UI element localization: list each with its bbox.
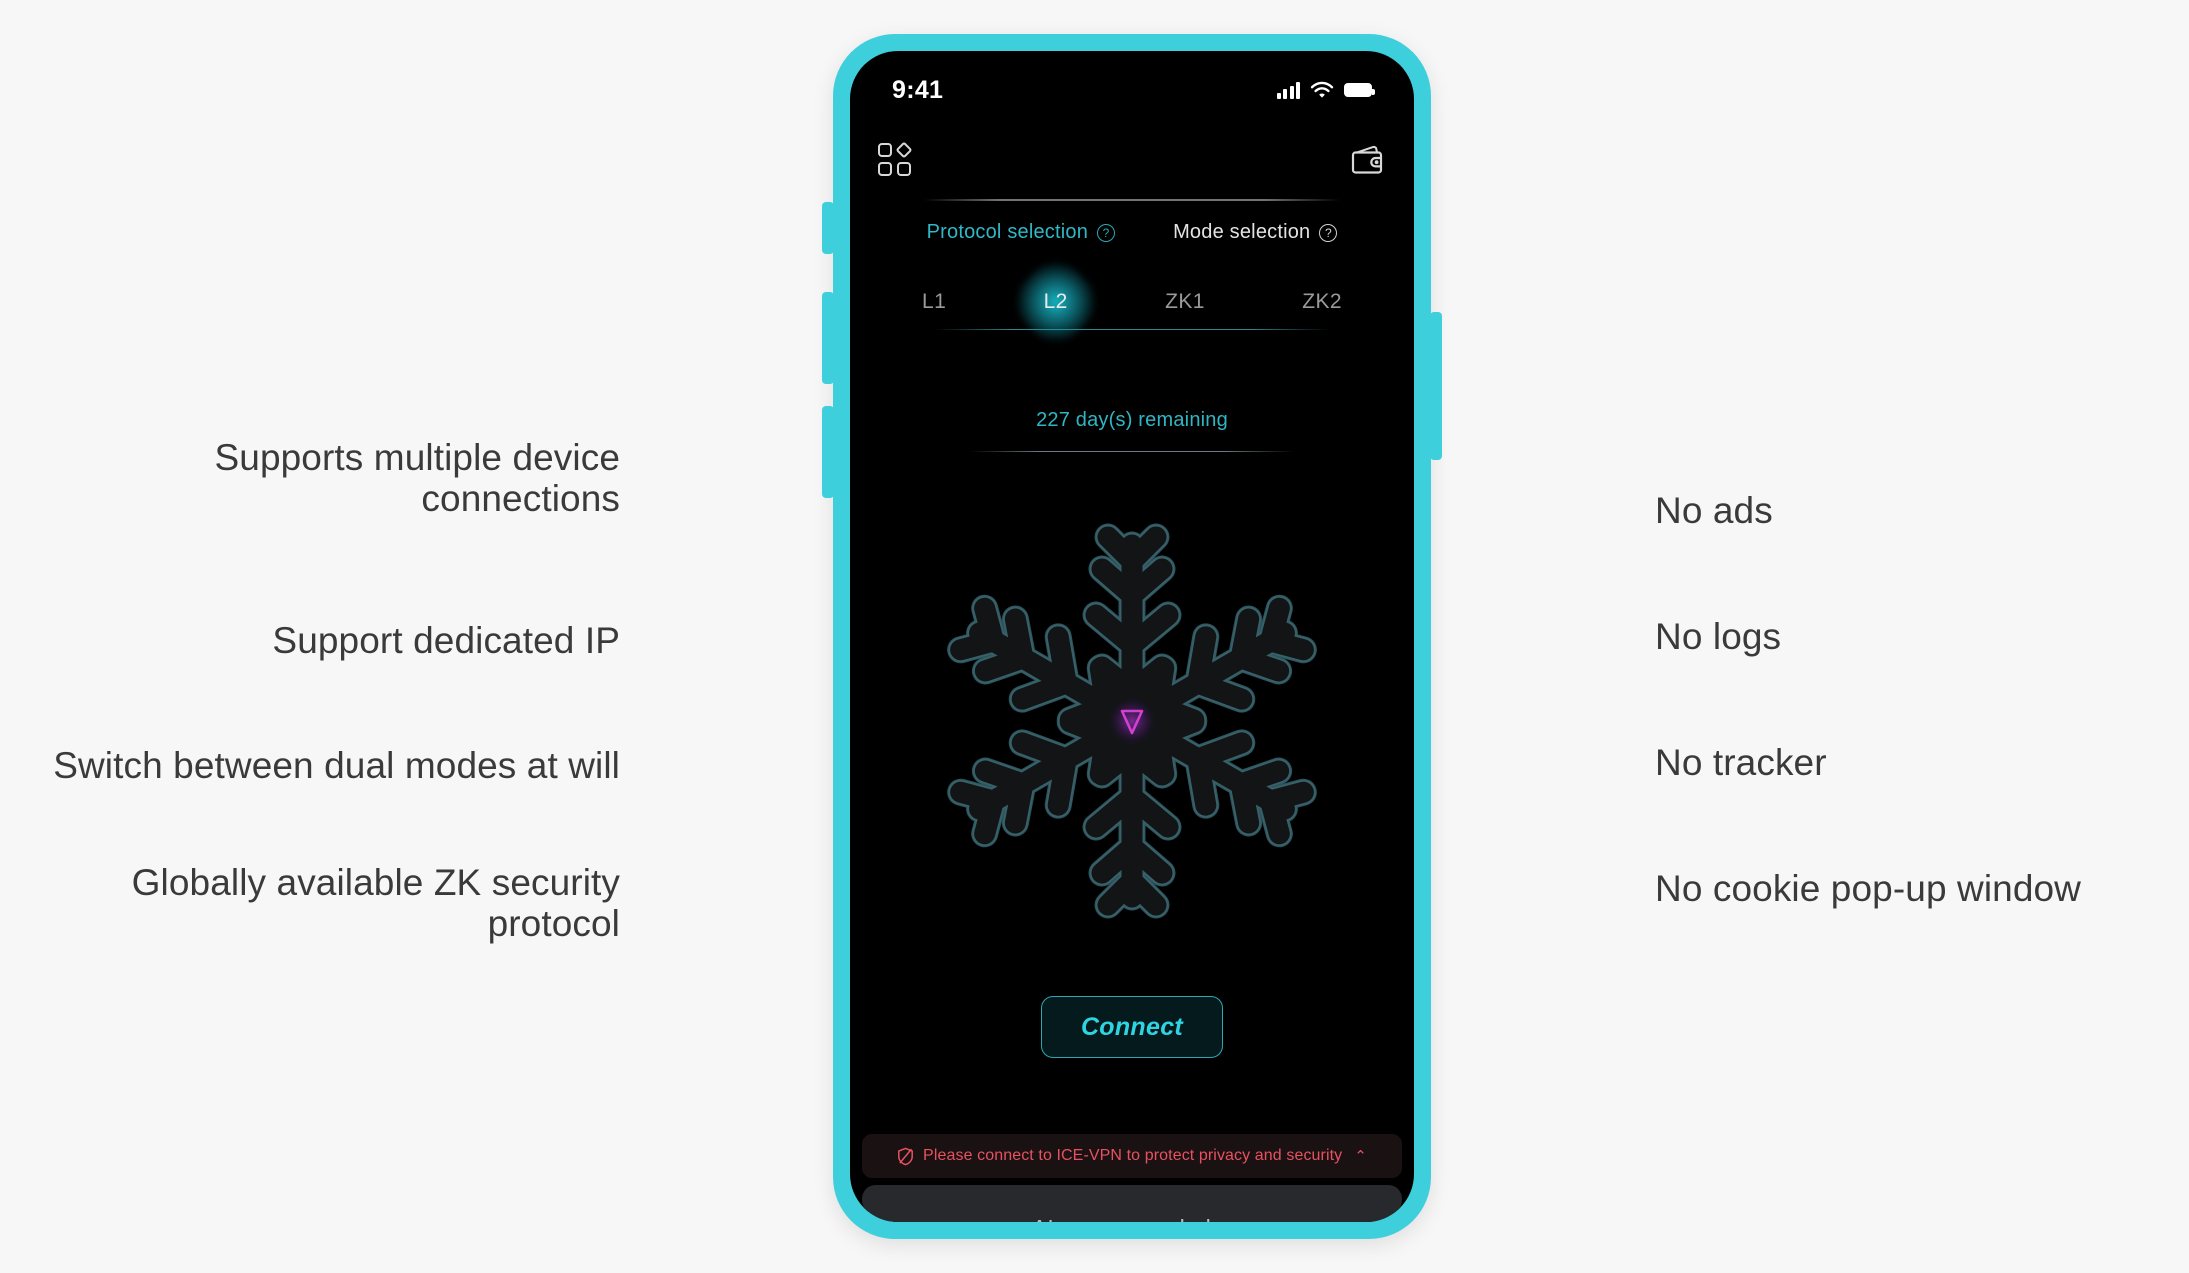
battery-icon [1344, 83, 1375, 97]
selection-row: Protocol selection ? Mode selection ? [850, 221, 1414, 244]
header-divider [924, 199, 1340, 201]
warning-banner[interactable]: Please connect to ICE-VPN to protect pri… [862, 1134, 1402, 1178]
warning-text: Please connect to ICE-VPN to protect pri… [923, 1147, 1343, 1164]
wallet-icon[interactable] [1348, 144, 1386, 176]
v-logo-glow [1108, 697, 1156, 745]
feature-item: Support dedicated IP [272, 620, 620, 661]
help-icon[interactable]: ? [1319, 223, 1338, 242]
tab-zk1[interactable]: ZK1 [1155, 286, 1215, 318]
status-bar: 9:41 [850, 51, 1414, 113]
shield-off-icon [898, 1147, 913, 1165]
grid-apps-icon[interactable] [878, 141, 913, 177]
mode-selection-label[interactable]: Mode selection ? [1173, 221, 1338, 244]
tab-zk2[interactable]: ZK2 [1292, 286, 1352, 318]
feature-item: No tracker [1655, 742, 1827, 783]
volume-down-button[interactable] [822, 406, 834, 498]
protocol-selection-text: Protocol selection [926, 221, 1089, 243]
app-header [850, 129, 1414, 191]
tab-l2[interactable]: L2 [1034, 286, 1078, 318]
cellular-signal-icon [1276, 81, 1300, 99]
tab-l1[interactable]: L1 [912, 286, 956, 318]
snowflake-container [850, 521, 1414, 921]
help-icon[interactable]: ? [1097, 223, 1116, 242]
tabs-underline [934, 329, 1330, 331]
phone-screen: 9:41 Protocol selection ? Mode selection… [850, 51, 1414, 1222]
feature-item: Supports multiple device connections [214, 437, 620, 520]
silence-switch-button[interactable] [822, 202, 834, 254]
chevron-up-icon[interactable]: ⌃ [1354, 1147, 1367, 1165]
days-remaining-label: 227 day(s) remaining [1036, 409, 1228, 431]
snowflake-icon [932, 521, 1332, 921]
connect-button[interactable]: Connect [1041, 996, 1223, 1058]
ai-recommended-label: AI-recommended [1032, 1215, 1211, 1222]
chevron-right-icon: › [1225, 1215, 1232, 1222]
status-bar-icons [1276, 81, 1375, 99]
status-bar-time: 9:41 [892, 75, 944, 104]
feature-item: No cookie pop-up window [1655, 868, 2081, 909]
days-remaining-underline [970, 451, 1294, 453]
feature-item: No logs [1655, 616, 1782, 657]
mode-selection-text: Mode selection [1173, 221, 1311, 243]
protocol-selection-label[interactable]: Protocol selection ? [926, 221, 1116, 244]
ai-recommended-card[interactable]: AI-recommended › [862, 1185, 1402, 1222]
feature-item: No ads [1655, 490, 1773, 531]
feature-item: Globally available ZK security protocol [131, 862, 620, 945]
protocol-tabs: L1 L2 ZK1 ZK2 [906, 273, 1358, 331]
phone-frame: 9:41 Protocol selection ? Mode selection… [822, 34, 1442, 1239]
wifi-icon [1310, 81, 1334, 98]
feature-item: Switch between dual modes at will [53, 745, 620, 786]
power-button[interactable] [1430, 312, 1442, 460]
volume-up-button[interactable] [822, 292, 834, 384]
